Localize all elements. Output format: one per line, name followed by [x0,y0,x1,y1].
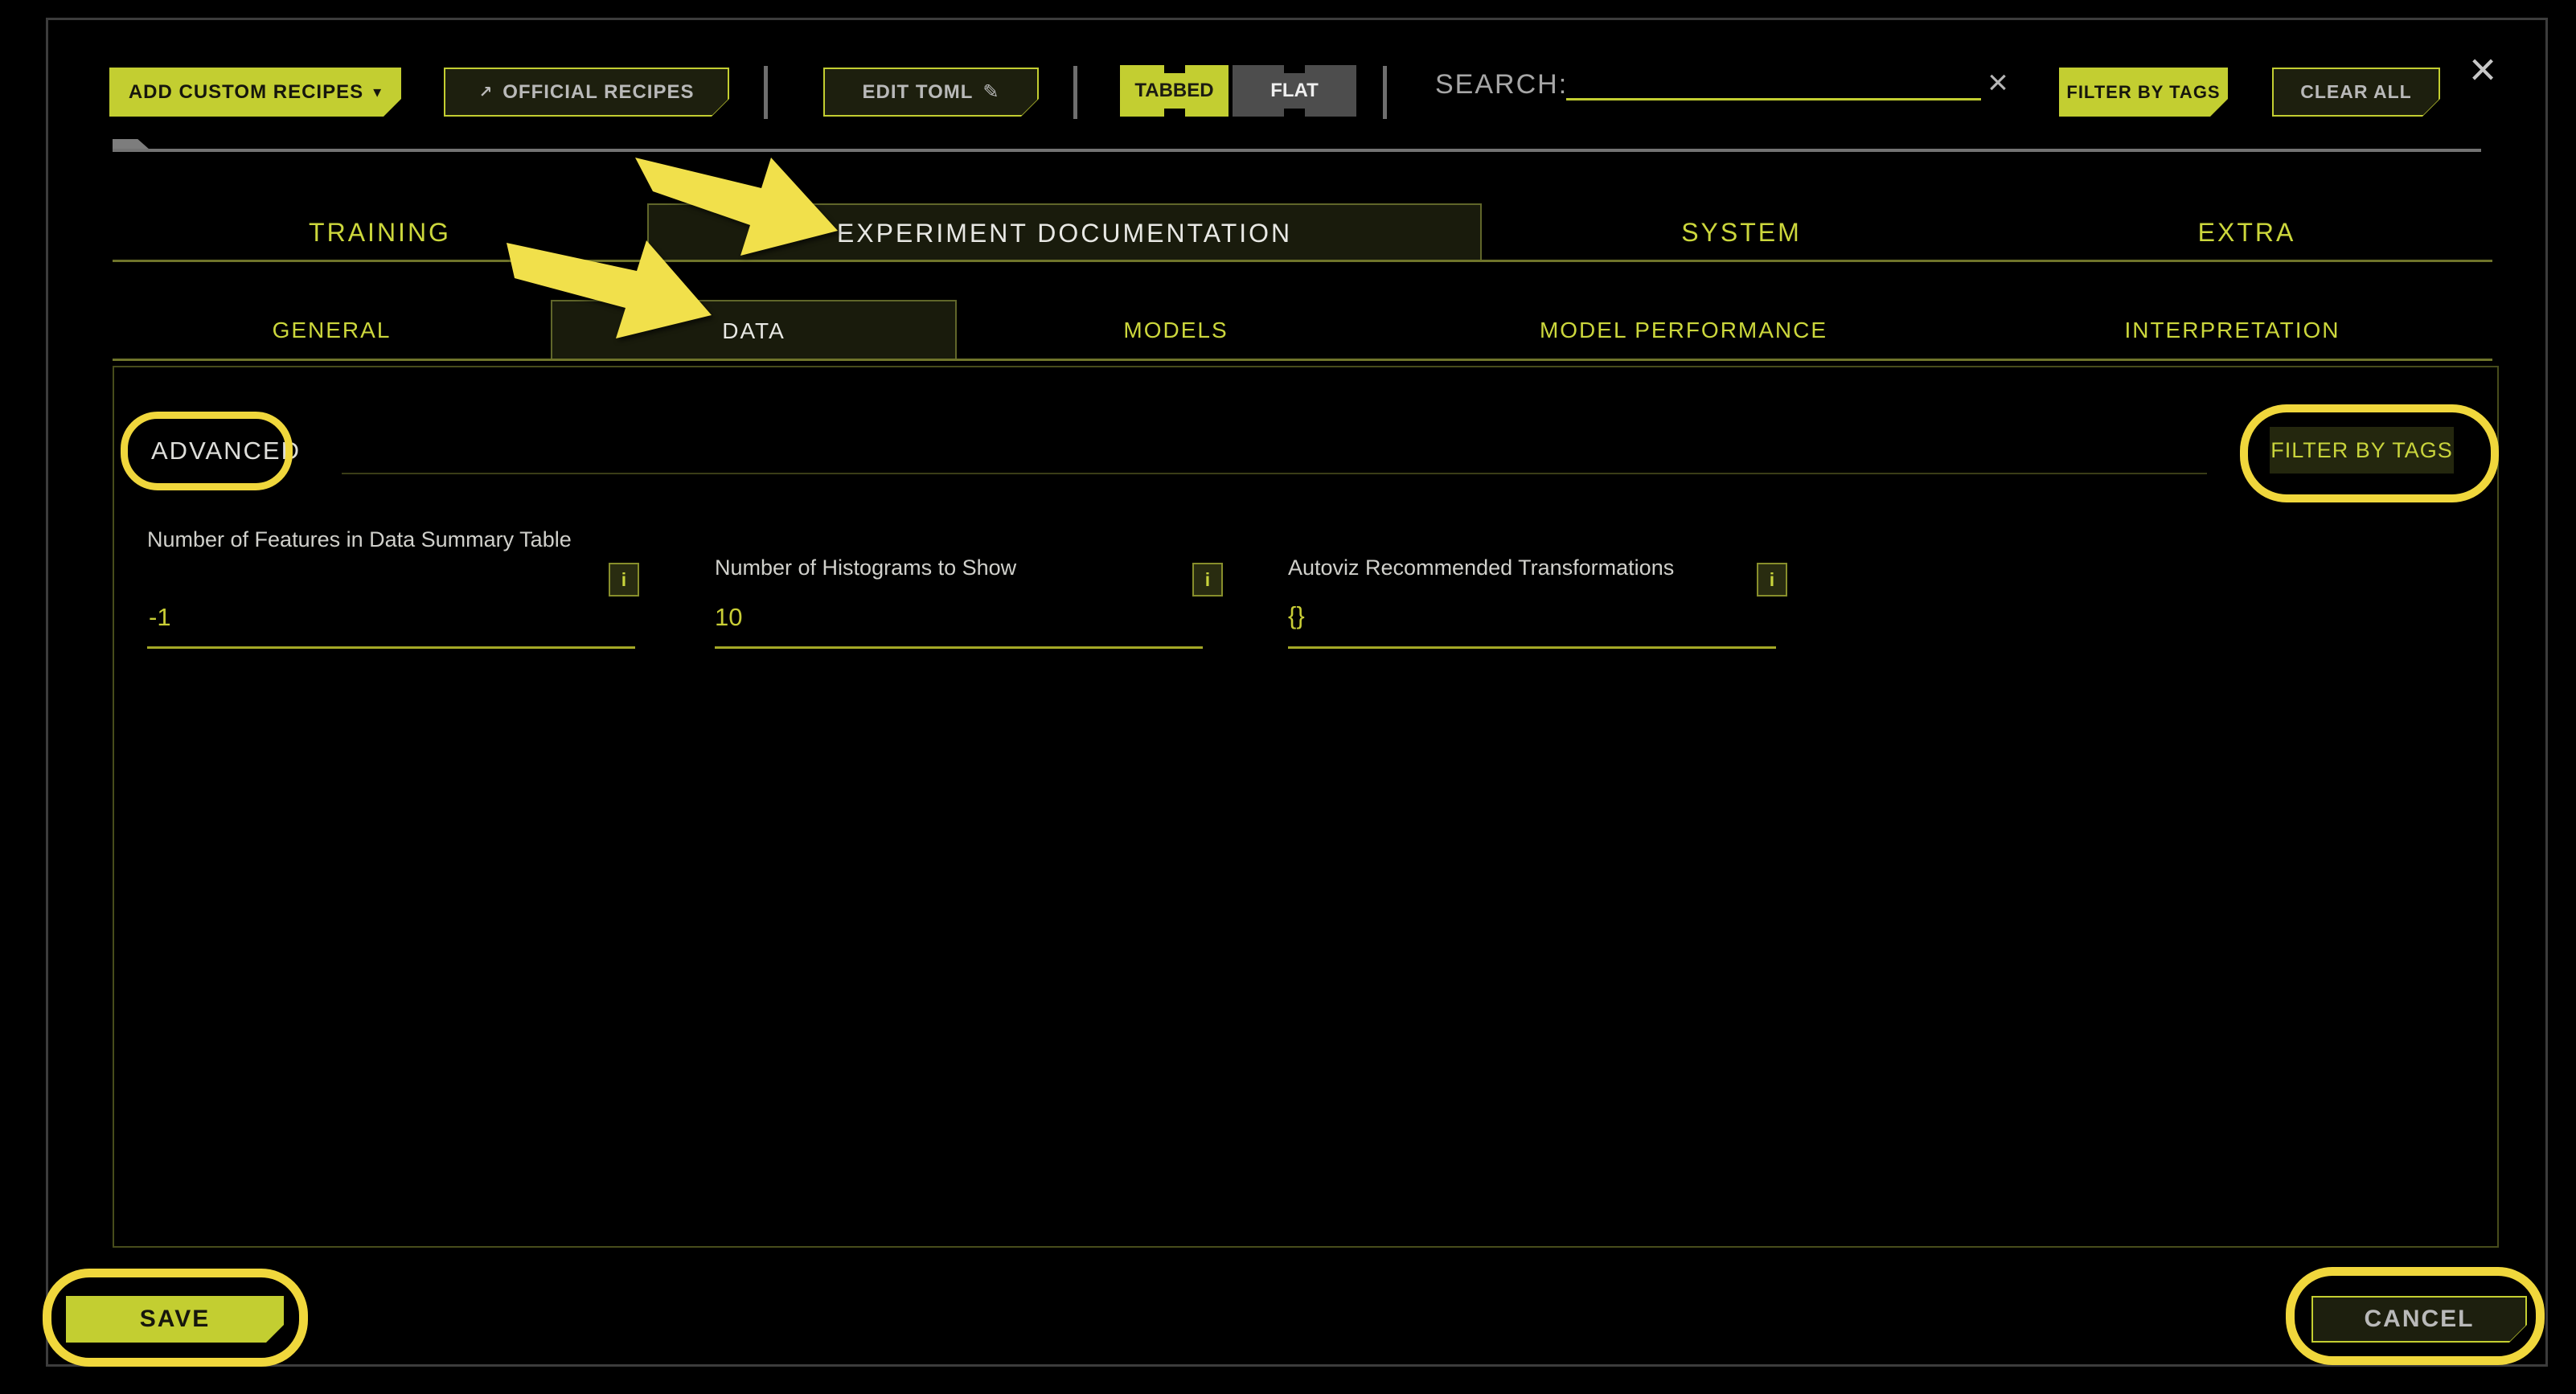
caret-down-icon: ▾ [373,82,382,102]
field-underline [147,646,635,649]
tab-interpretation-label: INTERPRETATION [2124,318,2340,343]
tab-models[interactable]: MODELS [957,301,1395,359]
toolbar-divider [113,149,2481,152]
info-icon[interactable]: i [1757,563,1787,597]
tab-system-label: SYSTEM [1681,218,1802,248]
add-custom-recipes-button[interactable]: ADD CUSTOM RECIPES ▾ [109,68,401,117]
clear-all-button[interactable]: CLEAR ALL [2272,68,2440,117]
settings-content-panel [113,366,2499,1248]
tab-experiment-documentation[interactable]: EXPERIMENT DOCUMENTATION [647,203,1482,261]
field-underline [715,646,1203,649]
toggle-notch [1284,64,1305,73]
filter-by-tags-panel-label: FILTER BY TAGS [2270,438,2453,463]
tab-experiment-documentation-label: EXPERIMENT DOCUMENTATION [837,219,1292,248]
search-clear-icon[interactable]: × [1978,63,2018,103]
official-recipes-button[interactable]: ↗ OFFICIAL RECIPES [444,68,729,117]
pencil-icon: ✎ [982,80,999,104]
field-value-num-features[interactable]: -1 [149,603,171,632]
field-value-autoviz-transformations[interactable]: {} [1288,601,1305,630]
tab-training[interactable]: TRAINING [113,205,647,260]
secondary-tabs-underline [113,359,2492,361]
toolbar-separator [1383,66,1387,119]
info-icon[interactable]: i [1192,563,1223,597]
field-underline [1288,646,1776,649]
tab-interpretation[interactable]: INTERPRETATION [1972,301,2492,359]
tab-extra[interactable]: EXTRA [2001,205,2492,260]
tab-training-label: TRAINING [309,218,451,248]
tabbed-label: TABBED [1134,80,1213,102]
advanced-section-label: ADVANCED [151,437,301,465]
filter-by-tags-toolbar-label: FILTER BY TAGS [2066,82,2220,103]
info-icon[interactable]: i [609,563,639,597]
toggle-notch [1284,109,1305,117]
clear-all-label: CLEAR ALL [2300,81,2411,103]
tab-general[interactable]: GENERAL [113,301,551,359]
info-glyph: i [1205,569,1210,591]
cancel-button[interactable]: CANCEL [2311,1296,2527,1343]
clear-x-glyph: × [1987,63,2008,103]
toggle-notch [1164,109,1185,117]
search-input[interactable] [1566,68,1981,100]
info-glyph: i [1770,569,1774,591]
expert-settings-dialog-screen: ADD CUSTOM RECIPES ▾ ↗ OFFICIAL RECIPES … [0,0,2576,1394]
tab-model-performance-label: MODEL PERFORMANCE [1540,318,1827,343]
tab-data[interactable]: DATA [551,300,957,360]
close-x-glyph: × [2469,43,2496,96]
search-label: SEARCH: [1435,69,1568,100]
save-button[interactable]: SAVE [66,1296,284,1343]
official-recipes-label: OFFICIAL RECIPES [502,81,694,104]
dialog-close-icon[interactable]: × [2460,47,2505,92]
save-label: SAVE [140,1306,210,1333]
tab-extra-label: EXTRA [2198,218,2296,248]
view-toggle-flat[interactable]: FLAT [1233,65,1356,117]
field-label-autoviz-transformations: Autoviz Recommended Transformations [1288,553,1754,582]
tab-model-performance[interactable]: MODEL PERFORMANCE [1395,301,1972,359]
tab-general-label: GENERAL [273,318,392,343]
toolbar-separator [764,66,768,119]
field-value-num-histograms[interactable]: 10 [715,603,742,632]
tab-data-label: DATA [722,318,786,344]
filter-by-tags-panel-button[interactable]: FILTER BY TAGS [2270,427,2454,474]
flat-label: FLAT [1270,80,1319,102]
edit-toml-button[interactable]: EDIT TOML ✎ [823,68,1039,117]
external-arrow-icon: ↗ [478,82,493,102]
toolbar-separator [1073,66,1077,119]
tab-system[interactable]: SYSTEM [1482,205,2001,260]
edit-toml-label: EDIT TOML [863,81,974,104]
filter-by-tags-toolbar-button[interactable]: FILTER BY TAGS [2059,68,2228,117]
toggle-notch [1164,64,1185,73]
field-label-num-histograms: Number of Histograms to Show [715,553,1177,582]
add-custom-recipes-label: ADD CUSTOM RECIPES [129,81,363,104]
info-glyph: i [621,569,626,591]
field-label-num-features: Number of Features in Data Summary Table [147,525,597,554]
advanced-section-divider [342,473,2207,474]
primary-tabs-underline [113,260,2492,262]
cancel-label: CANCEL [2365,1306,2475,1333]
view-toggle-tabbed[interactable]: TABBED [1120,65,1229,117]
tab-models-label: MODELS [1123,318,1228,343]
